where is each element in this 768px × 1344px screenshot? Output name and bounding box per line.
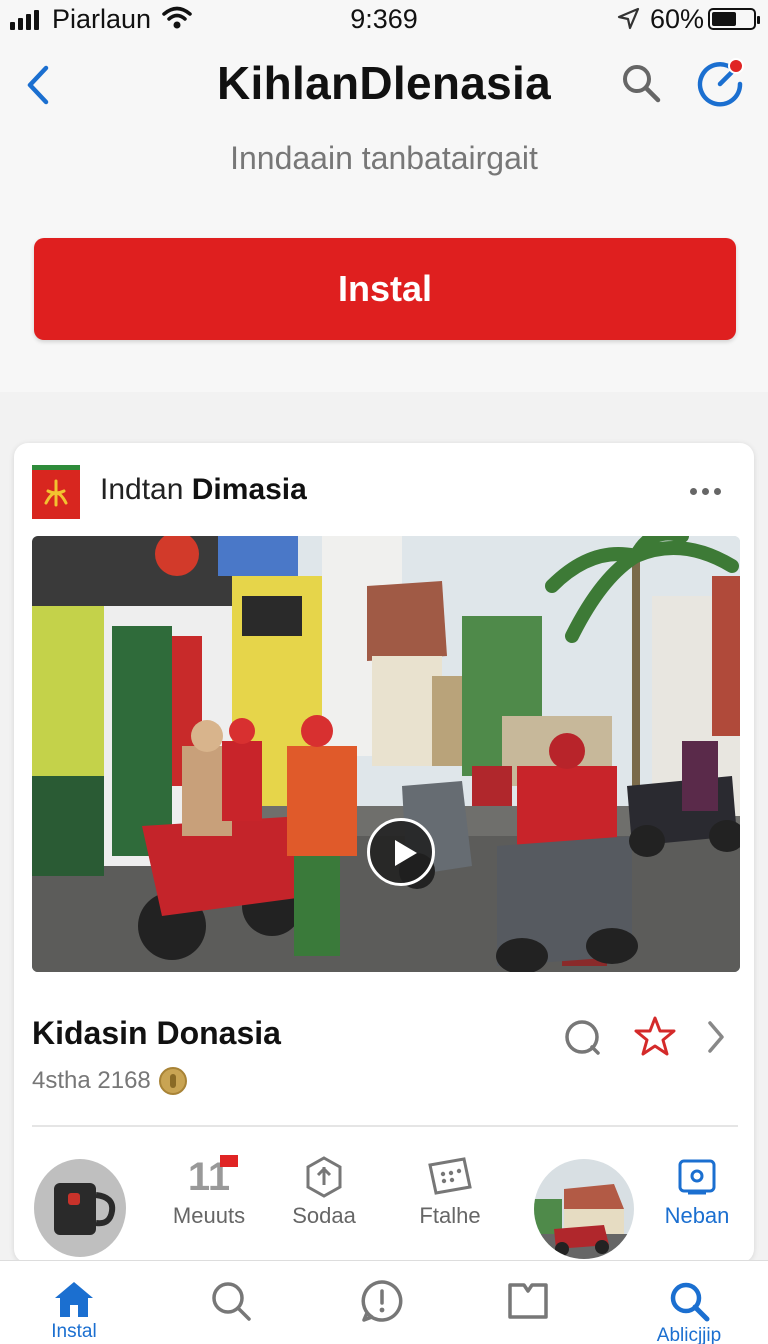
tab-alerts[interactable] [327, 1261, 437, 1344]
feature-label: Ftalhe [419, 1203, 481, 1228]
brand-logo [32, 465, 80, 519]
scan-image-icon [678, 1159, 716, 1195]
location-arrow-icon [617, 7, 640, 30]
tab-apps[interactable]: Ablicjjip [634, 1261, 744, 1344]
app-card: Indtan Dimasia Kidasin Donasia 4stha 216… [14, 443, 754, 1263]
tab-search[interactable] [176, 1261, 286, 1344]
divider [32, 1125, 738, 1127]
tab-label: Instal [51, 1321, 97, 1342]
update-button[interactable] [694, 58, 746, 110]
alert-icon [361, 1280, 403, 1322]
app-meta: 4stha 2168 [32, 1067, 187, 1095]
feature-meuuts[interactable]: 11 Meuuts [154, 1155, 264, 1229]
feature-ftalhe[interactable]: Ftalhe [400, 1155, 500, 1229]
feature-label: Sodaa [292, 1203, 356, 1228]
more-options-icon[interactable] [690, 481, 730, 501]
street-scene-image [32, 536, 740, 972]
preview-video[interactable] [32, 536, 740, 972]
brand-name: Indtan Dimasia [100, 473, 307, 506]
tab-library[interactable] [473, 1261, 583, 1344]
feature-label: Neban [664, 1203, 730, 1228]
app-name: Kidasin Donasia [32, 1015, 281, 1051]
tab-install[interactable]: Instal [19, 1261, 129, 1344]
search-icon[interactable] [562, 1017, 602, 1057]
notification-dot [728, 58, 744, 74]
street-thumbnail[interactable] [534, 1159, 634, 1259]
feature-sodaa[interactable]: Sodaa [278, 1155, 370, 1229]
mug-thumbnail[interactable] [34, 1159, 126, 1257]
feature-neban[interactable]: Neban [654, 1155, 740, 1229]
ticket-icon [428, 1157, 472, 1195]
street-thumbnail-image [534, 1159, 634, 1259]
status-bar: Piarlaun 9:369 60% [0, 0, 768, 40]
cube-icon [306, 1156, 342, 1198]
battery-icon [708, 8, 760, 30]
app-meta-text: 4stha 2168 [32, 1067, 151, 1094]
star-icon[interactable] [634, 1015, 676, 1057]
play-button[interactable] [367, 818, 435, 886]
chevron-right-icon[interactable] [704, 1019, 728, 1055]
coin-icon [158, 1067, 187, 1095]
mug-icon [54, 1183, 116, 1235]
book-icon [508, 1283, 548, 1319]
search-icon[interactable] [620, 62, 662, 104]
search-icon [670, 1282, 710, 1322]
battery-percentage: 60% [650, 4, 705, 34]
install-button[interactable]: Instal [34, 238, 736, 340]
tab-label: Ablicjjip [656, 1325, 722, 1344]
search-icon [212, 1282, 251, 1321]
tab-bar: Instal Ablicjjip [0, 1260, 768, 1344]
page-subtitle: Inndaain tanbatairgait [230, 140, 538, 176]
new-badge-icon [220, 1155, 238, 1167]
home-icon [55, 1282, 93, 1317]
feature-label: Meuuts [172, 1203, 246, 1228]
